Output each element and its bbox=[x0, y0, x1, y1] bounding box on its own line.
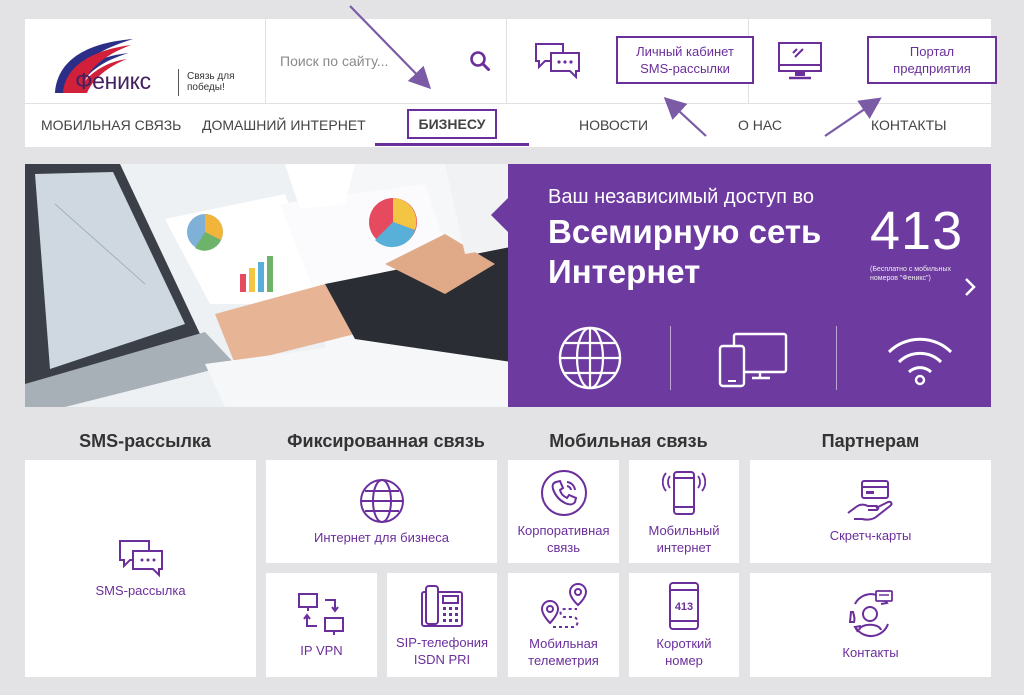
main-nav: МОБИЛЬНАЯ СВЯЗЬ ДОМАШНИЙ ИНТЕРНЕТ БИЗНЕС… bbox=[25, 105, 991, 147]
tile-telemetry-label-1: Мобильная bbox=[529, 636, 598, 651]
monitor-icon bbox=[778, 42, 822, 80]
banner-note-line2: номеров "Феникс") bbox=[870, 275, 931, 282]
tile-ip-vpn[interactable]: IP VPN bbox=[266, 573, 377, 677]
tile-mobile-internet-label-2: интернет bbox=[656, 539, 712, 555]
banner-photo bbox=[25, 164, 525, 407]
banner-number: 413 bbox=[870, 201, 964, 261]
nav-business[interactable]: БИЗНЕСУ bbox=[407, 109, 497, 139]
tile-short-number-label: Короткий номер bbox=[656, 635, 711, 669]
tile-short-number-label-1: Короткий bbox=[656, 636, 712, 651]
network-computers-icon bbox=[297, 592, 344, 635]
category-fixed: Фиксированная связь bbox=[287, 431, 485, 451]
tile-telemetry-label-2: телеметрия bbox=[528, 653, 599, 668]
nav-contacts[interactable]: КОНТАКТЫ bbox=[871, 105, 947, 145]
sms-cabinet-button[interactable]: Личный кабинет SMS-рассылки bbox=[616, 36, 754, 84]
header-top-row: Феникс Связь для победы! Личный кабинет … bbox=[25, 19, 997, 104]
banner-divider-1 bbox=[670, 326, 671, 390]
tile-scratch-cards-label: Скретч-карты bbox=[829, 528, 912, 543]
banner-divider-2 bbox=[836, 326, 837, 390]
tile-telemetry[interactable]: Мобильная телеметрия bbox=[508, 573, 619, 677]
nav-about[interactable]: О НАС bbox=[738, 105, 782, 145]
phone-circle-icon bbox=[540, 469, 587, 516]
logo-separator bbox=[178, 69, 179, 96]
brand-tagline: Связь для победы! bbox=[187, 71, 235, 93]
tile-telemetry-label: Мобильная телеметрия bbox=[528, 635, 599, 669]
chat-bubbles-icon bbox=[535, 43, 580, 79]
portal-label-2: предприятия bbox=[893, 61, 971, 76]
tile-sip-label-1: SIP-телефония bbox=[395, 635, 489, 650]
tile-contacts[interactable]: Контакты bbox=[750, 573, 991, 677]
tile-corporate[interactable]: Корпоративная связь bbox=[508, 460, 619, 563]
tile-corporate-label-2: связь bbox=[546, 539, 581, 555]
search-cell bbox=[266, 19, 507, 104]
banner-title-line2: Интернет bbox=[548, 253, 701, 290]
site-header: Феникс Связь для победы! Личный кабинет … bbox=[25, 19, 997, 147]
brand-name: Феникс bbox=[75, 68, 151, 94]
chevron-right-icon[interactable] bbox=[963, 276, 977, 298]
tile-ip-vpn-label: IP VPN bbox=[300, 642, 343, 658]
devices-icon bbox=[718, 332, 788, 388]
tile-corporate-label-1: Корпоративная bbox=[517, 522, 610, 538]
portal-label-1: Портал bbox=[909, 44, 955, 59]
nav-news[interactable]: НОВОСТИ bbox=[579, 105, 648, 145]
sms-cabinet-label-2: SMS-рассылки bbox=[640, 61, 730, 76]
short-number-code: 413 bbox=[675, 601, 693, 613]
tile-sms-label: SMS-рассылка bbox=[95, 583, 186, 598]
globe-icon bbox=[359, 479, 404, 523]
search-icon[interactable] bbox=[469, 50, 491, 72]
tile-sms[interactable]: SMS-рассылка bbox=[25, 460, 256, 677]
tile-scratch-cards[interactable]: Скретч-карты bbox=[750, 460, 991, 563]
tile-short-number-label-2: номер bbox=[665, 653, 703, 668]
chat-bubbles-icon bbox=[118, 540, 163, 578]
business-photo-illustration bbox=[25, 164, 525, 407]
tile-internet-business[interactable]: Интернет для бизнеса bbox=[266, 460, 497, 563]
sms-cabinet-cell: Личный кабинет SMS-рассылки bbox=[507, 19, 754, 104]
banner-subtitle: Ваш независимый доступ во bbox=[548, 186, 814, 208]
promo-banner[interactable]: Ваш независимый доступ во Всемирную сеть… bbox=[25, 164, 991, 407]
banner-notch bbox=[491, 198, 508, 232]
tile-mobile-internet-label: Мобильный интернет bbox=[648, 522, 719, 556]
smartphone-signal-icon bbox=[662, 470, 706, 515]
tile-short-number[interactable]: 413 Короткий номер bbox=[629, 573, 739, 677]
tile-sip-label-2: ISDN PRI bbox=[413, 652, 471, 667]
sms-cabinet-label-1: Личный кабинет bbox=[636, 44, 734, 59]
globe-icon bbox=[558, 326, 622, 390]
card-hand-icon bbox=[846, 480, 892, 521]
category-sms: SMS-рассылка bbox=[79, 431, 211, 451]
banner-number-note: (Бесплатно с мобильных номеров "Феникс") bbox=[870, 265, 970, 283]
portal-cell: Портал предприятия bbox=[749, 19, 997, 104]
banner-title-line1: Всемирную сеть bbox=[548, 213, 822, 250]
logo-cell[interactable]: Феникс Связь для победы! bbox=[25, 19, 266, 104]
smartphone-413-icon: 413 bbox=[669, 582, 699, 630]
tile-mobile-internet-label-1: Мобильный bbox=[648, 522, 720, 538]
banner-note-line1: (Бесплатно с мобильных bbox=[870, 266, 952, 273]
wifi-icon bbox=[887, 337, 953, 386]
category-partners: Партнерам bbox=[821, 431, 920, 451]
map-route-icon bbox=[540, 582, 587, 628]
category-mobile: Мобильная связь bbox=[549, 431, 708, 451]
tile-corporate-label: Корпоративная связь bbox=[517, 522, 609, 556]
tile-mobile-internet[interactable]: Мобильный интернет bbox=[629, 460, 739, 563]
banner-title: Всемирную сеть Интернет bbox=[548, 212, 848, 292]
tile-sip[interactable]: SIP-телефония ISDN PRI bbox=[387, 573, 497, 677]
nav-mobile[interactable]: МОБИЛЬНАЯ СВЯЗЬ bbox=[41, 105, 181, 145]
search-input[interactable] bbox=[280, 49, 460, 73]
support-agent-icon bbox=[848, 589, 893, 637]
desk-phone-icon bbox=[421, 585, 463, 627]
nav-active-underline bbox=[375, 143, 529, 146]
nav-home-internet[interactable]: ДОМАШНИЙ ИНТЕРНЕТ bbox=[202, 105, 366, 145]
banner-promo-panel: Ваш независимый доступ во Всемирную сеть… bbox=[508, 164, 991, 407]
tile-sip-label: SIP-телефония ISDN PRI bbox=[396, 634, 488, 668]
tile-internet-business-label: Интернет для бизнеса bbox=[314, 530, 449, 545]
portal-button[interactable]: Портал предприятия bbox=[867, 36, 997, 84]
tile-contacts-label: Контакты bbox=[842, 644, 899, 660]
